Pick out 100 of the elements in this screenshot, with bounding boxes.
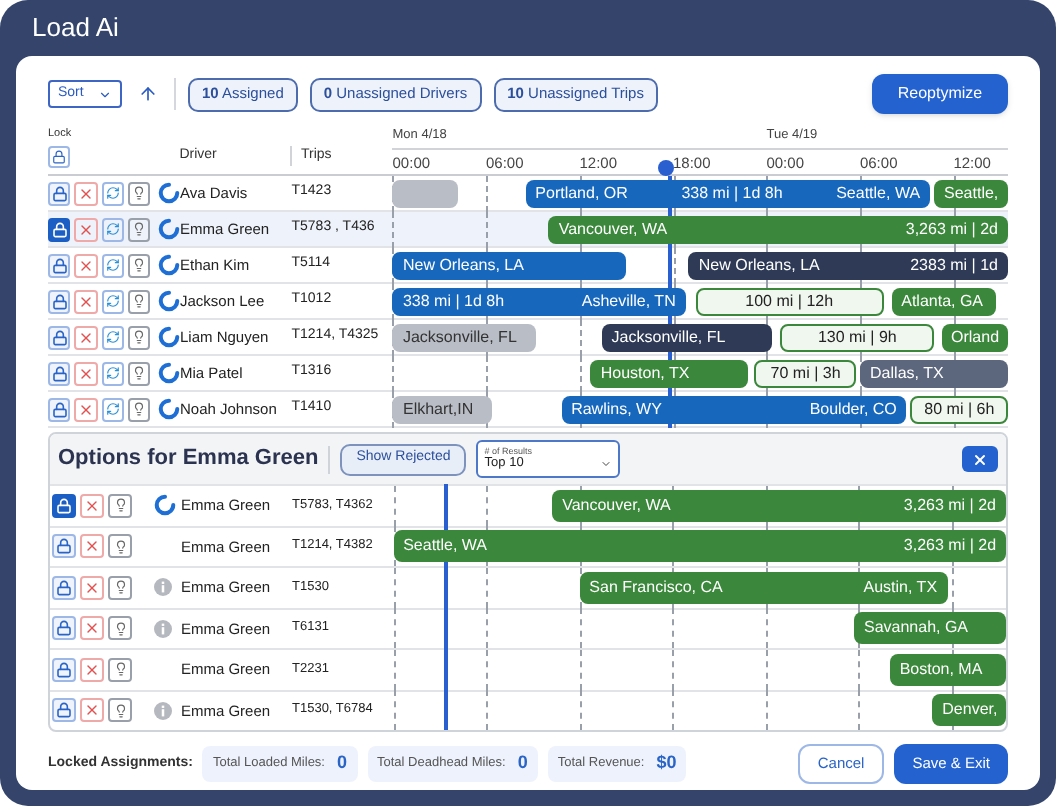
refresh-button[interactable] (101, 253, 124, 277)
lock-icon (56, 702, 72, 719)
trip-bar[interactable]: Vancouver, WA 3,263 mi | 2d (548, 215, 1008, 243)
sort-direction-icon[interactable] (138, 84, 158, 104)
reject-button[interactable] (74, 217, 97, 241)
options-button[interactable] (127, 289, 150, 313)
bar-label: 130 mi | 9h (817, 325, 897, 349)
lock-toggle[interactable] (48, 253, 71, 277)
reoptymize-button[interactable]: Reoptymize (872, 74, 1008, 114)
lightbulb-icon (131, 258, 146, 272)
reject-button[interactable] (80, 698, 104, 723)
options-button[interactable] (127, 397, 150, 421)
trip-bar[interactable]: New Orleans, LA (392, 251, 627, 279)
lightbulb-icon (113, 621, 127, 636)
reject-button[interactable] (74, 181, 97, 205)
deadhead-bar[interactable]: 70 mi | 3h (754, 359, 857, 387)
lock-toggle[interactable] (48, 397, 71, 421)
bar-label: 70 mi | 3h (770, 361, 841, 385)
bar-label: 3,263 mi | 2d (905, 217, 998, 241)
options-button[interactable] (108, 493, 132, 518)
refresh-button[interactable] (101, 397, 124, 421)
lock-icon (56, 497, 72, 514)
close-icon (77, 221, 94, 237)
trip-bar[interactable]: Vancouver, WA 3,263 mi | 2d (552, 489, 1006, 522)
lock-toggle[interactable] (52, 657, 76, 682)
lock-toggle[interactable] (52, 698, 76, 723)
reject-button[interactable] (74, 325, 97, 349)
lock-toggle[interactable] (52, 493, 76, 518)
lock-toggle[interactable] (48, 325, 71, 349)
close-icon (77, 293, 94, 309)
bar-label: 3,263 mi | 2d (903, 493, 996, 518)
options-button[interactable] (127, 253, 150, 277)
deadhead-bar[interactable]: 130 mi | 9h (780, 323, 934, 351)
trip-bar[interactable]: 338 mi | 1d 8h Asheville, TN (392, 287, 686, 315)
trip-bar[interactable]: Rawlins, WY Boulder, CO (561, 395, 907, 423)
options-button[interactable] (108, 657, 132, 682)
trip-bar[interactable]: Dallas, TX (860, 359, 1008, 387)
trip-bar[interactable]: New Orleans, LA 2383 mi | 1d (688, 251, 1008, 279)
lock-toggle[interactable] (52, 575, 76, 600)
trip-bar[interactable]: Savannah, GA (853, 612, 1006, 645)
options-button[interactable] (127, 217, 150, 241)
reject-button[interactable] (74, 253, 97, 277)
lock-toggle[interactable] (48, 289, 71, 313)
options-button[interactable] (108, 698, 132, 723)
bar-label: Rawlins, WY (571, 397, 662, 421)
bar-label: Jacksonville, FL (402, 325, 517, 349)
reject-button[interactable] (74, 289, 97, 313)
trip-bar[interactable]: Jacksonville, FL (392, 323, 537, 351)
reject-button[interactable] (74, 361, 97, 385)
reject-button[interactable] (74, 397, 97, 421)
trip-bar[interactable]: Atlanta, GA (891, 287, 997, 315)
trip-bar[interactable]: Boston, MA (889, 653, 1006, 686)
lock-toggle[interactable] (52, 534, 76, 559)
loading-ring-icon (158, 218, 180, 240)
bar-label: Boston, MA (899, 657, 983, 682)
trip-bar[interactable]: Seattle, WA 3,263 mi | 2d (393, 530, 1006, 563)
lock-toggle[interactable] (48, 217, 71, 241)
deadhead-bar[interactable]: 100 mi | 12h (695, 287, 884, 315)
options-button[interactable] (108, 534, 132, 559)
reject-button[interactable] (80, 534, 104, 559)
lightbulb-icon (131, 222, 146, 236)
close-button[interactable] (962, 446, 998, 472)
trip-bar[interactable]: San Francisco, CA Austin, TX (579, 571, 948, 604)
refresh-button[interactable] (101, 289, 124, 313)
lock-toggle[interactable] (52, 616, 76, 641)
trip-bar[interactable]: Portland, OR 338 mi | 1d 8h Seattle, WA (525, 179, 931, 207)
refresh-button[interactable] (101, 361, 124, 385)
lock-all-button[interactable] (48, 146, 70, 169)
options-button[interactable] (108, 575, 132, 600)
trip-bar[interactable]: Denver, (932, 694, 1006, 727)
reject-button[interactable] (80, 575, 104, 600)
trip-bar[interactable]: Houston, TX (590, 359, 748, 387)
trip-bar[interactable]: Jacksonville, FL (601, 323, 773, 351)
bar-label: Elkhart,IN (402, 397, 474, 421)
info-icon (153, 578, 172, 597)
info-icon (153, 701, 172, 720)
trip-bar[interactable]: Orland (941, 323, 1008, 351)
bar-label: Asheville, TN (581, 289, 676, 313)
lock-toggle[interactable] (48, 361, 71, 385)
bar-label: Boulder, CO (809, 397, 897, 421)
trip-bar[interactable]: Seattle, (934, 179, 1008, 207)
refresh-icon (105, 402, 120, 416)
reject-button[interactable] (80, 493, 104, 518)
reject-button[interactable] (80, 616, 104, 641)
bar-label: Vancouver, WA (562, 493, 671, 518)
loading-ring-icon (158, 398, 180, 420)
reject-button[interactable] (80, 657, 104, 682)
refresh-button[interactable] (101, 217, 124, 241)
refresh-button[interactable] (101, 181, 124, 205)
bar-label: 80 mi | 6h (924, 397, 995, 421)
deadhead-bar[interactable]: 80 mi | 6h (910, 395, 1008, 423)
refresh-icon (105, 258, 120, 272)
options-button[interactable] (108, 616, 132, 641)
bar-label: New Orleans, LA (402, 253, 524, 277)
options-button[interactable] (127, 181, 150, 205)
lock-toggle[interactable] (48, 181, 71, 205)
trip-bar[interactable]: Elkhart,IN (392, 395, 493, 423)
options-button[interactable] (127, 325, 150, 349)
refresh-button[interactable] (101, 325, 124, 349)
options-button[interactable] (127, 361, 150, 385)
